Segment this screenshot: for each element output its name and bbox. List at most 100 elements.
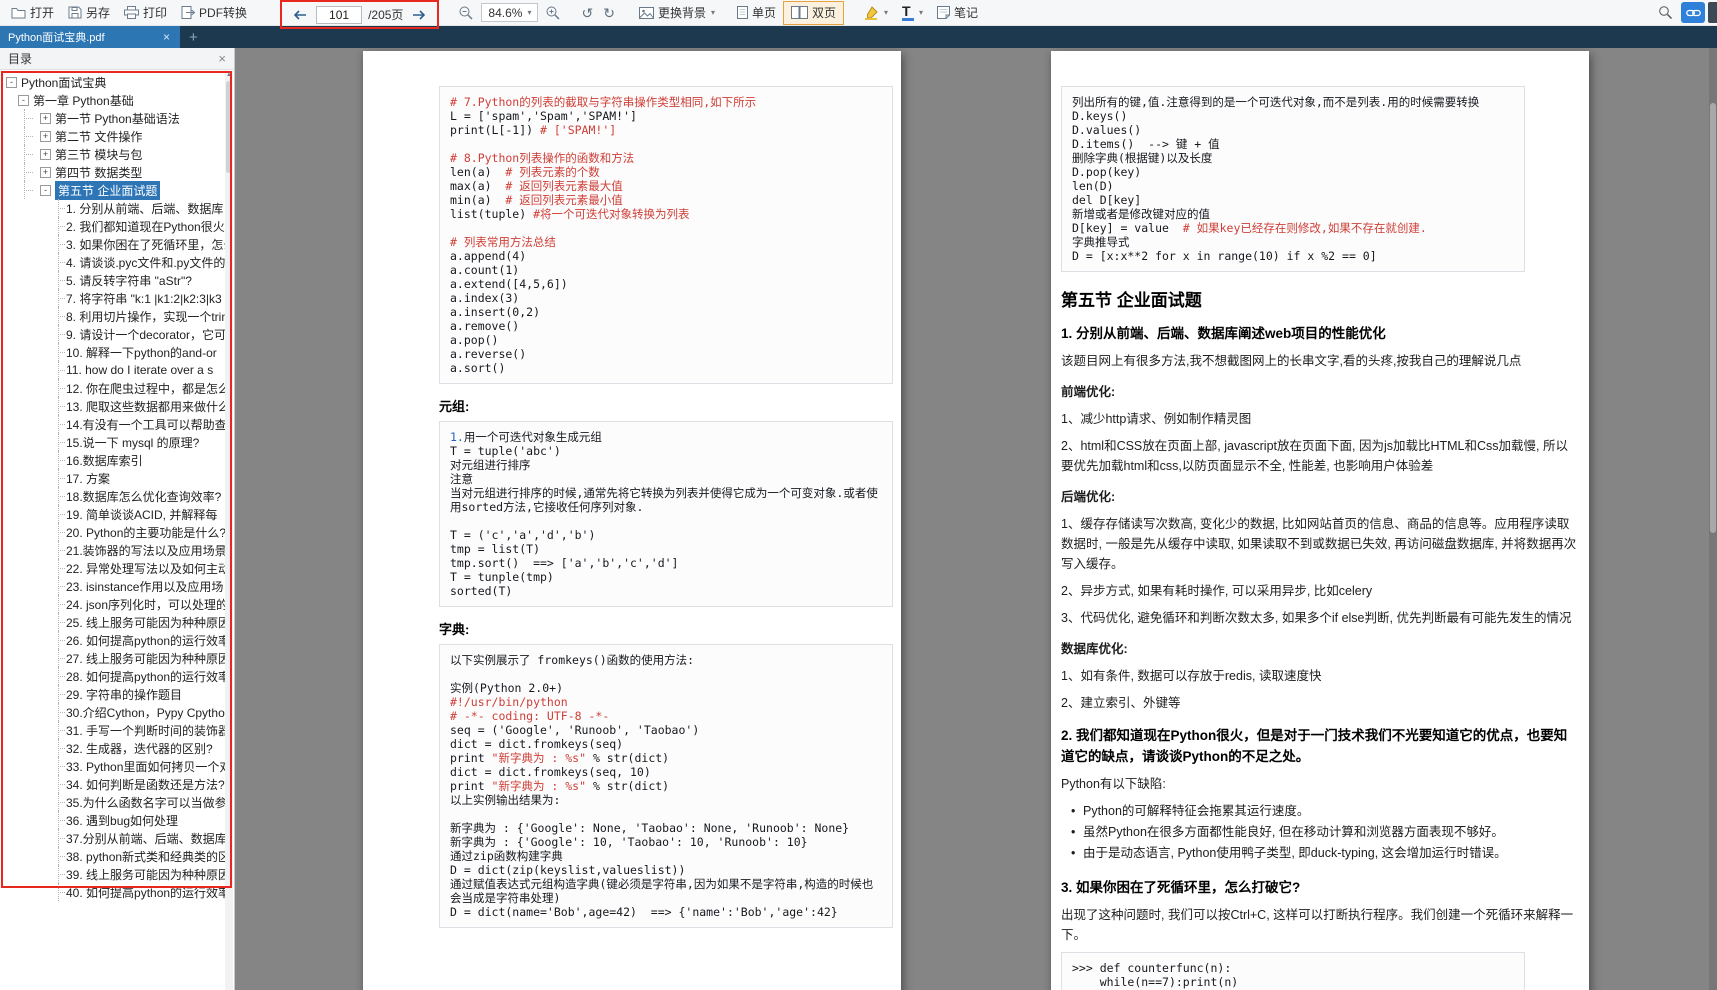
content-scrollbar[interactable] [1709, 48, 1717, 990]
toc-item[interactable]: 23. isinstance作用以及应用场 [0, 577, 225, 595]
toc-item[interactable]: 24. json序列化时，可以处理的 [0, 595, 225, 613]
toc-item[interactable]: 31. 手写一个判断时间的装饰器 [0, 721, 225, 739]
zoom-in-button[interactable] [540, 1, 566, 25]
toc-item[interactable]: 15.说一下 mysql 的原理? [0, 433, 225, 451]
undo-button[interactable]: ↺ [576, 1, 598, 25]
arrow-right-icon [411, 9, 427, 21]
note-button[interactable]: 笔记 [930, 1, 985, 25]
double-page-button[interactable]: 双页 [783, 1, 844, 25]
pdf-convert-button[interactable]: PDF转换 [174, 1, 254, 25]
page-number-input[interactable] [316, 6, 362, 24]
expand-icon[interactable]: + [40, 113, 51, 124]
toc-item[interactable]: 21.装饰器的写法以及应用场景 [0, 541, 225, 559]
toc-item[interactable]: 33. Python里面如何拷贝一个对 [0, 757, 225, 775]
toc-item-label: 25. 线上服务可能因为种种原因 [66, 614, 225, 631]
code-line: 以上实例输出结果为: [450, 793, 882, 807]
change-background-button[interactable]: 更换背景 ▾ [632, 1, 722, 25]
toc-item-label: 第一章 Python基础 [33, 92, 134, 109]
expand-icon[interactable]: + [40, 149, 51, 160]
toc-item[interactable]: 28. 如何提高python的运行效率 [0, 667, 225, 685]
toc-item-label: 11. how do I iterate over a s [66, 363, 213, 377]
toc-item[interactable]: 26. 如何提高python的运行效率 [0, 631, 225, 649]
toc-item[interactable]: -第一章 Python基础 [0, 91, 225, 109]
toc-item[interactable]: 2. 我们都知道现在Python很火 [0, 217, 225, 235]
toc-item[interactable]: 34. 如何判断是函数还是方法? [0, 775, 225, 793]
zoom-out-button[interactable] [453, 1, 479, 25]
toc-item[interactable]: 32. 生成器，迭代器的区别? [0, 739, 225, 757]
sidebar-scrollbar[interactable]: ▲ [225, 71, 233, 990]
highlighter-button[interactable]: ▾ [856, 1, 895, 25]
toc-item[interactable]: +第一节 Python基础语法 [0, 109, 225, 127]
toc-item[interactable]: 9. 请设计一个decorator，它可 [0, 325, 225, 343]
redo-icon: ↻ [603, 6, 615, 20]
collapse-icon[interactable]: - [18, 95, 29, 106]
toc-item[interactable]: 30.介绍Cython，Pypy Cpytho [0, 703, 225, 721]
toc-item[interactable]: 4. 请谈谈.pyc文件和.py文件的 [0, 253, 225, 271]
single-page-icon [737, 6, 748, 19]
toc-item[interactable]: 3. 如果你困在了死循环里，怎么 [0, 235, 225, 253]
document-view[interactable]: # 7.Python的列表的截取与字符串操作类型相同,如下所示L = ['spa… [235, 48, 1717, 990]
toc-item[interactable]: +第三节 模块与包 [0, 145, 225, 163]
toc-item[interactable]: 37.分别从前端、后端、数据库 [0, 829, 225, 847]
toc-item[interactable]: 11. how do I iterate over a s [0, 361, 225, 379]
code-line: D.pop(key) [1072, 165, 1514, 179]
toc-item[interactable]: 22. 异常处理写法以及如何主动 [0, 559, 225, 577]
toc-item[interactable]: 14.有没有一个工具可以帮助查 [0, 415, 225, 433]
toc-item[interactable]: 38. python新式类和经典类的区 [0, 847, 225, 865]
toc-item[interactable]: 35.为什么函数名字可以当做参 [0, 793, 225, 811]
zoom-level-select[interactable]: 84.6% ▾ [481, 3, 538, 22]
toc-item[interactable]: 17. 方案 [0, 469, 225, 487]
toc-item[interactable]: 10. 解释一下python的and-or [0, 343, 225, 361]
content-scrollbar-thumb[interactable] [1710, 103, 1716, 533]
search-button[interactable] [1653, 1, 1678, 25]
toc-item[interactable]: 8. 利用切片操作，实现一个trim [0, 307, 225, 325]
toc-item[interactable]: 7. 将字符串 "k:1 |k1:2|k2:3|k3 [0, 289, 225, 307]
open-button[interactable]: 打开 [4, 1, 61, 25]
toc-item[interactable]: 18.数据库怎么优化查询效率? [0, 487, 225, 505]
edge-partial-button[interactable] [1708, 2, 1717, 23]
single-page-button[interactable]: 单页 [730, 1, 783, 25]
toc-item[interactable]: 25. 线上服务可能因为种种原因 [0, 613, 225, 631]
code-line: dict = dict.fromkeys(seq) [450, 737, 882, 751]
toc-item[interactable]: 27. 线上服务可能因为种种原因 [0, 649, 225, 667]
toc-item[interactable]: -Python面试宝典 [0, 73, 225, 91]
pdf-convert-label: PDF转换 [199, 4, 247, 21]
new-tab-button[interactable]: + [180, 29, 207, 46]
toc-item[interactable]: 1. 分别从前端、后端、数据库 [0, 199, 225, 217]
question-heading: 1. 分别从前端、后端、数据库阐述web项目的性能优化 [1061, 324, 1577, 344]
next-page-button[interactable] [409, 9, 429, 21]
toc-item[interactable]: +第二节 文件操作 [0, 127, 225, 145]
print-button[interactable]: 打印 [117, 1, 174, 25]
code-line: seq = ('Google', 'Runoob', 'Taobao') [450, 723, 882, 737]
toc-item[interactable]: 19. 简单谈谈ACID, 并解释每 [0, 505, 225, 523]
sidebar-scrollbar-thumb[interactable] [226, 81, 232, 173]
redo-button[interactable]: ↻ [598, 1, 620, 25]
tab-close-icon[interactable]: × [161, 30, 172, 44]
code-line: print(L[-1]) # ['SPAM!'] [450, 123, 882, 137]
toc-item[interactable]: 12. 你在爬虫过程中，都是怎么 [0, 379, 225, 397]
chevron-down-icon: ▾ [527, 8, 531, 17]
previous-page-button[interactable] [290, 9, 310, 21]
toc-item[interactable]: 13. 爬取这些数据都用来做什么 [0, 397, 225, 415]
share-link-button[interactable] [1681, 2, 1705, 23]
toc-item[interactable]: 20. Python的主要功能是什么? [0, 523, 225, 541]
toc-item[interactable]: 16.数据库索引 [0, 451, 225, 469]
toc-item[interactable]: 39. 线上服务可能因为种种原因 [0, 865, 225, 883]
collapse-icon[interactable]: - [6, 77, 17, 88]
toc-item[interactable]: +第四节 数据类型 [0, 163, 225, 181]
collapse-icon[interactable]: - [40, 185, 51, 196]
document-tab[interactable]: Python面试宝典.pdf × [0, 26, 180, 48]
code-line: 列出所有的键,值.注意得到的是一个可迭代对象,而不是列表.用的时候需要转换 [1072, 95, 1514, 109]
code-line [450, 807, 882, 821]
expand-icon[interactable]: + [40, 131, 51, 142]
scroll-up-icon[interactable]: ▲ [225, 71, 233, 80]
toc-item[interactable]: 36. 遇到bug如何处理 [0, 811, 225, 829]
save-as-button[interactable]: 另存 [61, 1, 117, 25]
toc-item[interactable]: -第五节 企业面试题 [0, 181, 225, 199]
text-tool-button[interactable]: T ▾ [895, 1, 930, 25]
toc-item[interactable]: 29. 字符串的操作题目 [0, 685, 225, 703]
toc-item[interactable]: 5. 请反转字符串 "aStr"? [0, 271, 225, 289]
expand-icon[interactable]: + [40, 167, 51, 178]
toc-close-icon[interactable]: × [218, 51, 226, 66]
toc-item[interactable]: 40. 如何提高python的运行效率 [0, 883, 225, 901]
